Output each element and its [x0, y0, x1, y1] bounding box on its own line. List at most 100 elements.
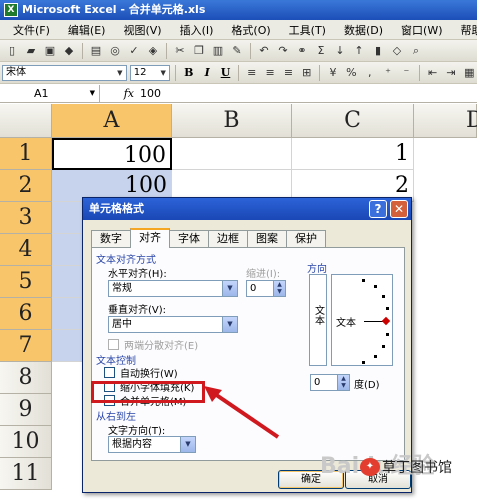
new-icon[interactable]: ▯ [4, 43, 20, 59]
menu-help[interactable]: 帮助(H) [452, 22, 477, 38]
vertical-text-box[interactable]: 文本 [309, 274, 327, 366]
column-header-d[interactable]: D [414, 104, 477, 138]
text-direction-select[interactable]: 根据内容 ▼ [108, 436, 196, 453]
italic-icon[interactable]: I [200, 65, 215, 81]
cell-a1[interactable]: 100 [52, 138, 172, 170]
copy-icon[interactable]: ❐ [191, 43, 207, 59]
help-button[interactable]: ? [369, 200, 387, 218]
row-header-1[interactable]: 1 [0, 138, 52, 170]
chart-wizard-icon[interactable]: ▮ [370, 43, 386, 59]
orientation-dial[interactable]: 文本 [331, 274, 393, 366]
bold-icon[interactable]: B [181, 65, 196, 81]
tab-protection[interactable]: 保护 [286, 230, 326, 248]
menu-tools[interactable]: 工具(T) [280, 22, 335, 38]
row-header-6[interactable]: 6 [0, 298, 52, 330]
dial-handle-icon[interactable] [381, 316, 391, 326]
column-header-b[interactable]: B [172, 104, 292, 138]
vertical-text-label: 文本 [312, 305, 324, 325]
dial-dot [386, 333, 389, 336]
row-header-4[interactable]: 4 [0, 234, 52, 266]
print-preview-icon[interactable]: ◎ [107, 43, 123, 59]
tab-number[interactable]: 数字 [91, 230, 131, 248]
horizontal-select[interactable]: 常规 ▼ [108, 280, 238, 297]
align-left-icon[interactable]: ≡ [244, 65, 259, 81]
redo-icon[interactable]: ↷ [275, 43, 291, 59]
menu-view[interactable]: 视图(V) [114, 22, 170, 38]
menu-format[interactable]: 格式(O) [222, 22, 279, 38]
tab-font[interactable]: 字体 [169, 230, 209, 248]
cell-c1[interactable]: 1 [292, 138, 414, 170]
menu-insert[interactable]: 插入(I) [171, 22, 223, 38]
tab-patterns[interactable]: 图案 [247, 230, 287, 248]
font-size-combo[interactable]: 12 ▼ [129, 64, 171, 81]
decrease-indent-icon[interactable]: ⇤ [425, 65, 440, 81]
underline-icon[interactable]: U [218, 65, 233, 81]
sort-descending-icon[interactable]: ↑ [351, 43, 367, 59]
excel-logo-icon: X [4, 3, 18, 17]
currency-icon[interactable]: ¥ [325, 65, 340, 81]
toolbar-separator [419, 64, 420, 81]
menu-file[interactable]: 文件(F) [4, 22, 59, 38]
row-header-10[interactable]: 10 [0, 426, 52, 458]
window-title: Microsoft Excel - 合并单元格.xls [22, 3, 206, 16]
row-header-8[interactable]: 8 [0, 362, 52, 394]
vertical-select[interactable]: 居中 ▼ [108, 316, 238, 333]
spelling-icon[interactable]: ✓ [126, 43, 142, 59]
name-box[interactable]: A1 ▼ [0, 84, 100, 102]
row-header-11[interactable]: 11 [0, 458, 52, 490]
wrap-text-checkbox[interactable]: 自动换行(W) [104, 365, 178, 380]
align-right-icon[interactable]: ≡ [281, 65, 296, 81]
decrease-decimal-icon[interactable]: ⁻ [399, 65, 414, 81]
paste-icon[interactable]: ▥ [210, 43, 226, 59]
menu-window[interactable]: 窗口(W) [392, 22, 451, 38]
merge-center-icon[interactable]: ⊞ [299, 65, 314, 81]
formula-input[interactable]: 100 [140, 87, 161, 100]
title-bar: X Microsoft Excel - 合并单元格.xls [0, 0, 477, 20]
row-header-2[interactable]: 2 [0, 170, 52, 202]
spinner-arrows-icon[interactable]: ▲ ▼ [273, 281, 285, 296]
column-header-c[interactable]: C [292, 104, 414, 138]
row-header-3[interactable]: 3 [0, 202, 52, 234]
menu-data[interactable]: 数据(D) [335, 22, 392, 38]
increase-decimal-icon[interactable]: ⁺ [380, 65, 395, 81]
indent-spinner[interactable]: 0 ▲ ▼ [246, 280, 286, 297]
fx-icon[interactable]: fx [100, 87, 140, 100]
toolbar-separator [82, 42, 83, 59]
column-header-a[interactable]: A [52, 104, 172, 138]
row-header-7[interactable]: 7 [0, 330, 52, 362]
autosum-icon[interactable]: Σ [313, 43, 329, 59]
drawing-icon[interactable]: ◇ [389, 43, 405, 59]
percent-icon[interactable]: % [344, 65, 359, 81]
spinner-arrows-icon[interactable]: ▲ ▼ [337, 375, 349, 390]
font-name-combo[interactable]: 宋体 ▼ [2, 64, 127, 81]
format-painter-icon[interactable]: ✎ [229, 43, 245, 59]
undo-icon[interactable]: ↶ [256, 43, 272, 59]
research-icon[interactable]: ◈ [145, 43, 161, 59]
row-header-9[interactable]: 9 [0, 394, 52, 426]
borders-icon[interactable]: ▦ [462, 65, 477, 81]
close-button[interactable]: ✕ [390, 200, 408, 218]
dial-dot [386, 307, 389, 310]
chevron-down-icon: ▼ [117, 68, 123, 77]
hyperlink-icon[interactable]: ⚭ [294, 43, 310, 59]
zoom-icon[interactable]: ⌕ [408, 43, 424, 59]
cut-icon[interactable]: ✂ [172, 43, 188, 59]
open-icon[interactable]: ▰ [23, 43, 39, 59]
row-header-5[interactable]: 5 [0, 266, 52, 298]
formula-bar: A1 ▼ fx 100 [0, 84, 477, 103]
save-icon[interactable]: ▣ [42, 43, 58, 59]
increase-indent-icon[interactable]: ⇥ [443, 65, 458, 81]
comma-icon[interactable]: , [362, 65, 377, 81]
cell-b1[interactable] [172, 138, 292, 170]
degrees-spinner[interactable]: 0 ▲ ▼ [310, 374, 350, 391]
sort-ascending-icon[interactable]: ↓ [332, 43, 348, 59]
distributed-checkbox[interactable]: 两端分散对齐(E) [108, 337, 198, 352]
align-center-icon[interactable]: ≡ [262, 65, 277, 81]
tab-border[interactable]: 边框 [208, 230, 248, 248]
select-all-corner[interactable] [0, 104, 52, 138]
chevron-down-icon: ▼ [222, 317, 237, 332]
permission-icon[interactable]: ◆ [61, 43, 77, 59]
print-icon[interactable]: ▤ [88, 43, 104, 59]
menu-edit[interactable]: 编辑(E) [59, 22, 115, 38]
tab-alignment[interactable]: 对齐 [130, 228, 170, 248]
